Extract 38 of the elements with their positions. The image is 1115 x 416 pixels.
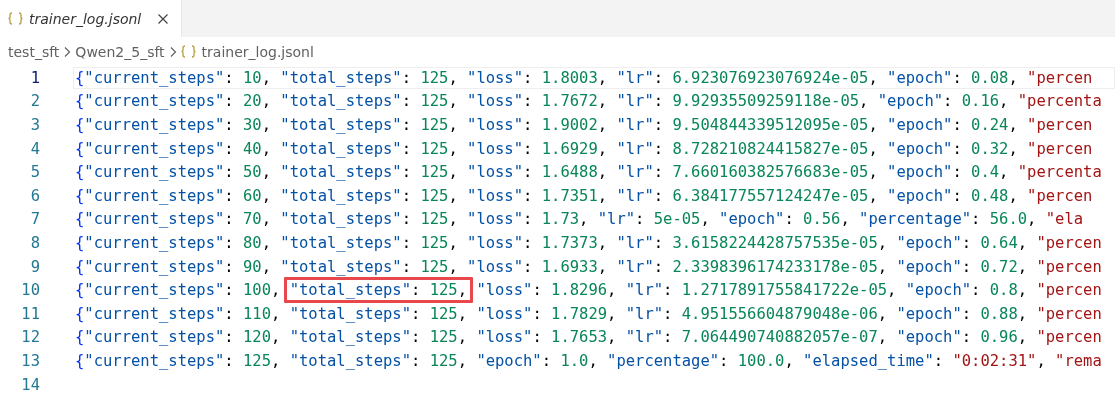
- line-number: 6: [29, 186, 40, 205]
- code-text: {"current_steps": 10, "total_steps": 125, "loss": 1.8003, "lr": 6.923076923076924e-05, "epoch": 0.08, "percen: [75, 68, 1093, 87]
- json-braces-icon: [180, 45, 196, 58]
- code-text: {"current_steps": 40, "total_steps": 125, "loss": 1.6929, "lr": 8.728210824415827e-05, "epoch": 0.32, "percen: [75, 139, 1093, 158]
- line-number: 3: [29, 116, 40, 134]
- line-number: 12: [20, 328, 40, 347]
- breadcrumb-item[interactable]: trainer_log.jsonl: [201, 43, 314, 60]
- line-number: 7: [29, 210, 40, 229]
- highlighted-code: "total_steps": 125,: [283, 277, 474, 304]
- code-text: {"current_steps": 30, "total_steps": 125, "loss": 1.9002, "lr": 9.504844339512095e-05, "epoch": 0.24, "percen: [75, 116, 1093, 134]
- chevron-right-icon: [168, 45, 177, 58]
- code-text: {"current_steps": 20, "total_steps": 125, "loss": 1.7672, "lr": 9.92935509259118e-05, "epoch": 0.16, "percenta: [75, 92, 1102, 111]
- line-number: 1: [29, 68, 40, 87]
- chevron-right-icon: [63, 45, 72, 58]
- line-number: 2: [29, 92, 40, 111]
- line-number: 14: [20, 375, 40, 394]
- line-number: 8: [29, 233, 40, 252]
- code-text: {"current_steps": 80, "total_steps": 125, "loss": 1.7373, "lr": 3.6158224428757535e-05, "epoch": 0.64, "percen: [75, 233, 1102, 252]
- code-text: {"current_steps": 120, "total_steps": 125, "loss": 1.7653, "lr": 7.064490740882057e-07, "epoch": 0.96, "percen: [75, 328, 1102, 347]
- code-text: {"current_steps": 110, "total_steps": 125, "loss": 1.7829, "lr": 4.951556604879048e-06, "epoch": 0.88, "percen: [75, 304, 1102, 323]
- json-braces-icon: [8, 12, 23, 25]
- line-number: 4: [29, 139, 40, 158]
- code-text: {"current_steps": 100,: [75, 281, 282, 300]
- close-icon[interactable]: [157, 12, 170, 25]
- line-number: 9: [29, 257, 40, 276]
- line-number: 5: [29, 163, 40, 182]
- code-text: {"current_steps": 60, "total_steps": 125, "loss": 1.7351, "lr": 6.384177557124247e-05, "epoch": 0.48, "percen: [75, 186, 1093, 205]
- line-number: 13: [20, 351, 40, 370]
- line-number: 11: [20, 304, 40, 323]
- line-number: 10: [20, 281, 40, 300]
- code-text: {"current_steps": 50, "total_steps": 125, "loss": 1.6488, "lr": 7.660160382576683e-05, "epoch": 0.4, "percenta: [75, 163, 1102, 182]
- code-text: {"current_steps": 70, "total_steps": 125, "loss": 1.73, "lr": 5e-05, "epoch": 0.56, "percentage": 56.0, "ela: [75, 210, 1084, 229]
- editor-tab[interactable]: trainer_log.jsonl: [0, 0, 183, 37]
- breadcrumb-item[interactable]: Qwen2_5_sft: [75, 43, 165, 60]
- code-text: {"current_steps": 90, "total_steps": 125, "loss": 1.6933, "lr": 2.3398396174233178e-05, "epoch": 0.72, "percen: [75, 257, 1102, 276]
- breadcrumb-item[interactable]: test_sft: [8, 43, 60, 60]
- code-text: {"current_steps": 125, "total_steps": 125, "epoch": 1.0, "percentage": 100.0, "elapsed_time": "0:02:31", "rema: [75, 351, 1102, 370]
- code-text: "loss": 1.8296, "lr": 1.2717891755841722e-05, "epoch": 0.8, "percen: [475, 281, 1102, 300]
